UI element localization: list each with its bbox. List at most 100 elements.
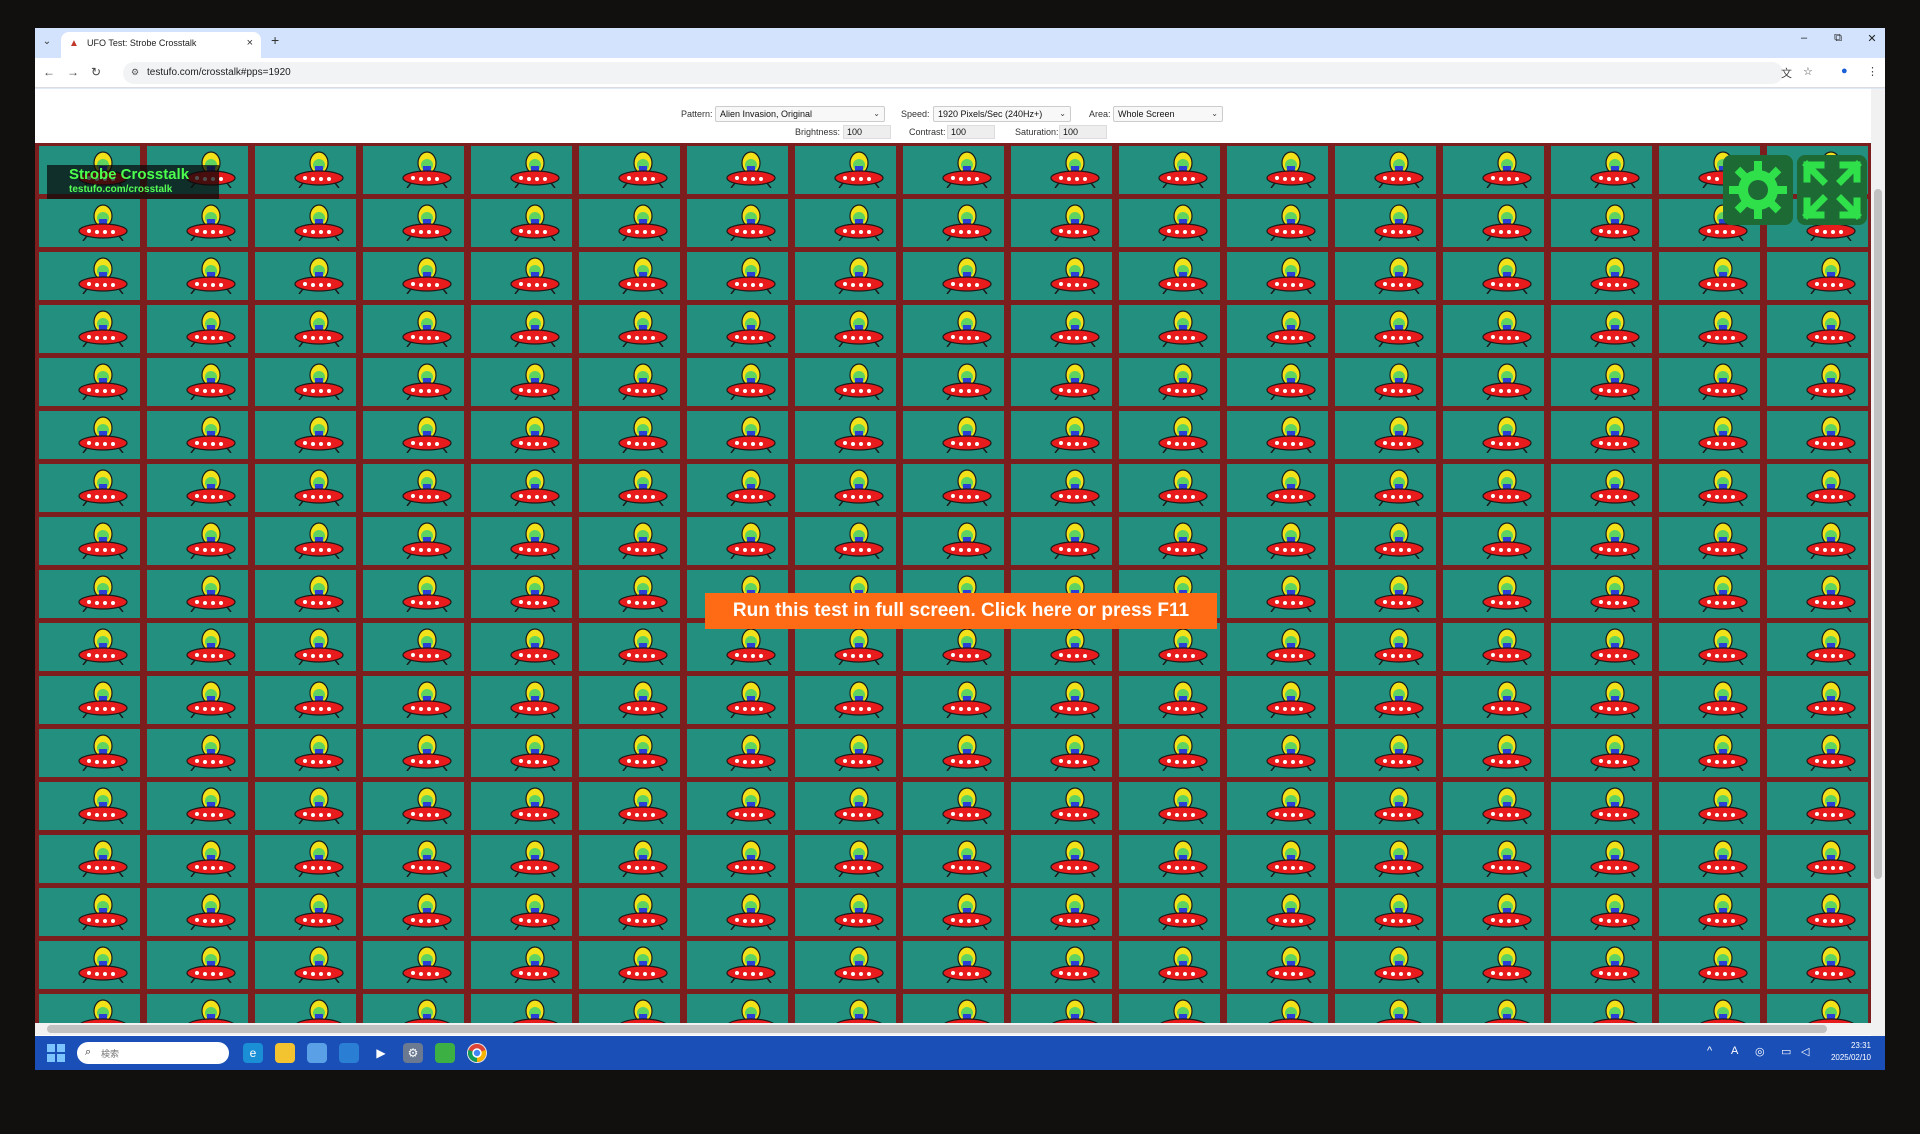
chrome-icon[interactable] — [467, 1043, 487, 1063]
crosstalk-test-area[interactable]: Strobe Crosstalk testufo.com/crosstalk R… — [35, 143, 1871, 1023]
translate-icon[interactable]: 文 — [1781, 65, 1792, 81]
bookmark-star-icon[interactable]: ☆ — [1803, 65, 1813, 78]
ufo-tile — [1767, 729, 1868, 777]
ufo-tile — [1011, 252, 1112, 300]
new-tab-button[interactable]: + — [271, 32, 279, 48]
ufo-tile — [1443, 782, 1544, 830]
back-button[interactable]: ← — [43, 65, 55, 79]
ufo-icon — [1482, 787, 1532, 824]
ufo-icon — [1590, 787, 1640, 824]
contrast-input[interactable]: 100 — [947, 125, 995, 139]
close-tab-icon[interactable]: × — [247, 37, 253, 49]
ufo-icon — [1050, 310, 1100, 347]
pattern-select[interactable]: Alien Invasion, Original ⌄ — [715, 106, 885, 122]
settings-icon[interactable]: ⚙ — [403, 1043, 423, 1063]
horizontal-scrollbar[interactable] — [35, 1023, 1871, 1035]
vertical-scrollbar[interactable] — [1871, 89, 1885, 1055]
ufo-tile — [1335, 252, 1436, 300]
tab-search-icon[interactable]: ⌄ — [39, 34, 55, 50]
ufo-icon — [1374, 734, 1424, 771]
ufo-icon — [618, 628, 668, 665]
ufo-icon — [512, 999, 558, 1023]
ufo-tile — [903, 517, 1004, 565]
ufo-tile — [1443, 199, 1544, 247]
mail-icon[interactable] — [339, 1043, 359, 1063]
ufo-icon — [186, 681, 236, 718]
ufo-tile — [1119, 994, 1220, 1023]
ufo-tile — [1227, 411, 1328, 459]
ufo-tile — [1119, 199, 1220, 247]
ufo-icon — [1806, 628, 1856, 665]
saturation-input[interactable]: 100 — [1059, 125, 1107, 139]
ufo-icon — [834, 628, 884, 665]
brightness-input[interactable]: 100 — [843, 125, 891, 139]
area-select[interactable]: Whole Screen ⌄ — [1113, 106, 1223, 122]
ufo-icon — [1266, 416, 1316, 453]
fullscreen-button[interactable] — [1797, 155, 1867, 225]
ufo-icon — [186, 840, 236, 877]
app-icon[interactable] — [435, 1043, 455, 1063]
ufo-tile — [579, 411, 680, 459]
ufo-tile — [795, 517, 896, 565]
windows-start-icon[interactable] — [47, 1044, 65, 1062]
reload-button[interactable]: ↻ — [91, 65, 101, 79]
ufo-tile — [1119, 252, 1220, 300]
ufo-icon — [1806, 416, 1856, 453]
test-logo: Strobe Crosstalk testufo.com/crosstalk — [47, 165, 219, 199]
logo-url: testufo.com/crosstalk — [69, 184, 173, 195]
volume-icon[interactable]: ◁ — [1801, 1045, 1809, 1058]
ufo-tile — [903, 623, 1004, 671]
ufo-icon — [1590, 628, 1640, 665]
forward-button[interactable]: → — [67, 65, 79, 79]
chevron-down-icon: ⌄ — [873, 109, 880, 118]
fullscreen-prompt[interactable]: Run this test in full screen. Click here… — [705, 593, 1217, 629]
chevron-down-icon: ⌄ — [1211, 109, 1218, 118]
active-tab[interactable]: ▲ UFO Test: Strobe Crosstalk × — [61, 32, 261, 58]
edge-icon[interactable]: e — [243, 1043, 263, 1063]
ufo-icon — [402, 416, 452, 453]
clock[interactable]: 23:31 2025/02/10 — [1831, 1040, 1871, 1064]
ufo-tile — [687, 623, 788, 671]
address-bar[interactable]: ⚙ testufo.com/crosstalk#pps=1920 — [123, 62, 1783, 84]
ufo-icon — [186, 469, 236, 506]
ufo-icon — [402, 840, 452, 877]
scrollbar-thumb[interactable] — [47, 1025, 1827, 1033]
profile-icon[interactable]: ● — [1841, 65, 1848, 77]
ufo-tile — [687, 358, 788, 406]
url-text[interactable]: testufo.com/crosstalk#pps=1920 — [147, 67, 291, 78]
ufo-tile — [363, 676, 464, 724]
search-placeholder: 検索 — [101, 1049, 120, 1059]
minimize-button[interactable]: – — [1797, 32, 1811, 45]
site-info-icon[interactable]: ⚙ — [131, 67, 139, 78]
file-explorer-icon[interactable] — [275, 1043, 295, 1063]
network-icon[interactable]: ▭ — [1781, 1045, 1791, 1058]
ufo-icon — [1590, 575, 1640, 612]
speed-select[interactable]: 1920 Pixels/Sec (240Hz+) ⌄ — [933, 106, 1071, 122]
ufo-icon — [1590, 204, 1640, 241]
ufo-tile — [1119, 623, 1220, 671]
browser-menu-icon[interactable]: ⋮ — [1867, 65, 1878, 78]
settings-button[interactable] — [1723, 155, 1793, 225]
ufo-tile — [471, 517, 572, 565]
ufo-icon — [1700, 999, 1746, 1023]
media-icon[interactable]: ▶ — [371, 1043, 391, 1063]
ufo-icon — [1806, 257, 1856, 294]
restore-button[interactable]: ⧉ — [1831, 32, 1845, 45]
ufo-icon — [1590, 469, 1640, 506]
ufo-tile — [471, 729, 572, 777]
ime-indicator[interactable]: A — [1731, 1045, 1738, 1057]
ime-mode-icon[interactable]: ◎ — [1755, 1045, 1765, 1058]
scrollbar-thumb[interactable] — [1874, 189, 1882, 879]
ufo-icon — [942, 681, 992, 718]
photos-icon[interactable] — [307, 1043, 327, 1063]
ufo-tile — [795, 305, 896, 353]
taskbar-search[interactable]: ⌕ 検索 — [77, 1042, 229, 1064]
ufo-tile — [255, 411, 356, 459]
ufo-icon — [1482, 628, 1532, 665]
ufo-favicon-icon: ▲ — [69, 38, 79, 49]
ufo-icon — [1698, 946, 1748, 983]
ufo-tile — [1011, 676, 1112, 724]
ufo-tile — [1443, 517, 1544, 565]
close-window-button[interactable]: ✕ — [1865, 32, 1879, 45]
tray-chevron-icon[interactable]: ^ — [1707, 1045, 1712, 1057]
